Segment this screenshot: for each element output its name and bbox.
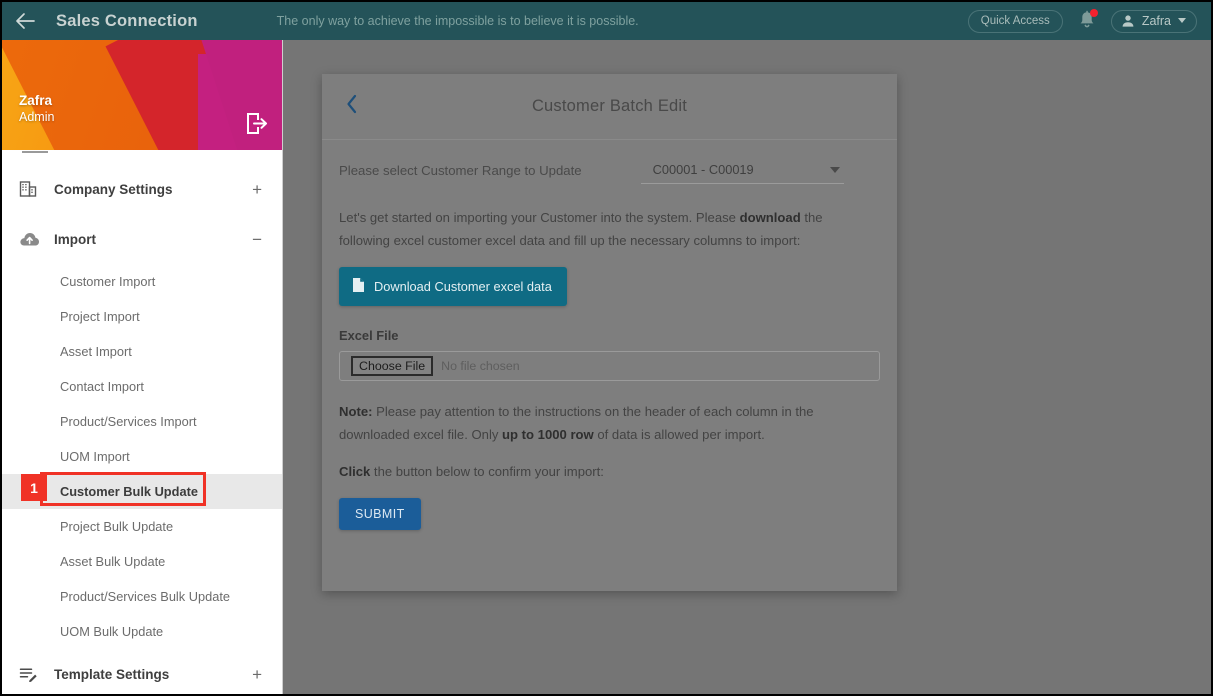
sidebar-item-project-import[interactable]: Project Import <box>2 299 282 334</box>
intro-text-bold: download <box>739 210 801 225</box>
sidebar-group-label: Company Settings <box>54 181 173 197</box>
notification-badge-dot <box>1089 9 1098 17</box>
notification-bell-icon[interactable] <box>1077 9 1098 32</box>
customer-range-label: Please select Customer Range to Update <box>339 163 582 178</box>
app-title: Sales Connection <box>56 11 198 30</box>
sidebar-item-customer-bulk-update[interactable]: Customer Bulk Update <box>2 474 282 509</box>
click-label: Click <box>339 464 371 480</box>
profile-name: Zafra <box>19 93 53 108</box>
sidebar-item-asset-import[interactable]: Asset Import <box>2 334 282 369</box>
sidebar: Zafra Admin Company Settings + Import − … <box>2 40 283 694</box>
building-icon <box>19 180 47 198</box>
chevron-left-icon[interactable] <box>346 94 358 119</box>
intro-paragraph: Let's get started on importing your Cust… <box>339 207 875 252</box>
excel-file-label: Excel File <box>339 328 399 344</box>
sidebar-item-customer-import[interactable]: Customer Import <box>2 264 282 299</box>
selected-file-name: No file chosen <box>441 359 520 374</box>
download-button-label: Download Customer excel data <box>374 279 552 295</box>
user-name-label: Zafra <box>1141 13 1171 28</box>
sidebar-item-asset-bulk-update[interactable]: Asset Bulk Update <box>2 544 282 579</box>
customer-batch-edit-modal: Customer Batch Edit Please select Custom… <box>322 74 897 591</box>
sidebar-item-product-services-import[interactable]: Product/Services Import <box>2 404 282 439</box>
expand-toggle-icon[interactable]: + <box>252 181 262 198</box>
sidebar-item-contact-import[interactable]: Contact Import <box>2 369 282 404</box>
customer-range-row: Please select Customer Range to Update C… <box>339 162 875 184</box>
quick-access-button[interactable]: Quick Access <box>967 9 1063 33</box>
logout-icon[interactable] <box>246 112 269 140</box>
sidebar-menu: Company Settings + Import − Customer Imp… <box>2 150 282 694</box>
sidebar-item-uom-bulk-update[interactable]: UOM Bulk Update <box>2 614 282 649</box>
note-row-limit: up to 1000 row <box>502 426 594 442</box>
intro-text-before: Let's get started on importing your Cust… <box>339 210 740 225</box>
sidebar-group-label: Import <box>54 231 96 247</box>
sidebar-item-project-bulk-update[interactable]: Project Bulk Update <box>2 509 282 544</box>
profile-info: Zafra Admin <box>19 92 54 125</box>
back-arrow-icon[interactable] <box>2 2 48 40</box>
customer-range-value: C00001 - C00019 <box>652 162 754 177</box>
customer-range-select[interactable]: C00001 - C00019 <box>640 162 844 184</box>
sidebar-group-import[interactable]: Import − <box>2 214 282 264</box>
note-text-after: of data is allowed per import. <box>593 426 765 442</box>
sidebar-group-template-settings[interactable]: Template Settings + <box>2 649 282 694</box>
modal-title: Customer Batch Edit <box>531 97 688 115</box>
modal-header: Customer Batch Edit <box>322 74 897 140</box>
expand-toggle-icon[interactable]: + <box>252 666 262 683</box>
sidebar-scroll-clip <box>2 150 282 164</box>
chevron-down-icon <box>1178 18 1186 23</box>
person-icon <box>1122 14 1134 27</box>
header-tagline: The only way to achieve the impossible i… <box>276 14 639 28</box>
excel-file-input[interactable]: Choose File No file chosen <box>339 351 880 382</box>
sidebar-group-company-settings[interactable]: Company Settings + <box>2 164 282 214</box>
modal-body: Please select Customer Range to Update C… <box>322 140 897 530</box>
download-customer-excel-button[interactable]: Download Customer excel data <box>339 267 567 307</box>
app-window: Sales Connection The only way to achieve… <box>0 0 1213 696</box>
file-document-icon <box>352 277 365 296</box>
note-label: Note: <box>339 404 373 420</box>
collapse-toggle-icon[interactable]: − <box>252 231 262 248</box>
list-edit-icon <box>19 666 47 682</box>
profile-role: Admin <box>19 110 55 125</box>
sidebar-item-product-services-bulk-update[interactable]: Product/Services Bulk Update <box>2 579 282 614</box>
sidebar-item-uom-import[interactable]: UOM Import <box>2 439 282 474</box>
caret-down-icon <box>829 166 840 173</box>
choose-file-button[interactable]: Choose File <box>351 356 434 377</box>
profile-banner: Zafra Admin <box>2 40 282 150</box>
cloud-upload-icon <box>19 231 47 247</box>
user-menu-button[interactable]: Zafra <box>1110 9 1197 33</box>
submit-button[interactable]: SUBMIT <box>339 497 421 530</box>
note-paragraph: Note: Please pay attention to the instru… <box>339 401 875 446</box>
topbar-actions: Quick Access Zafra <box>967 9 1211 33</box>
click-text-after: the button below to confirm your import: <box>370 464 604 480</box>
sidebar-group-label: Template Settings <box>54 666 170 682</box>
click-paragraph: Click the button below to confirm your i… <box>339 461 875 484</box>
top-app-bar: Sales Connection The only way to achieve… <box>2 2 1211 40</box>
partial-menu-item <box>22 150 48 153</box>
